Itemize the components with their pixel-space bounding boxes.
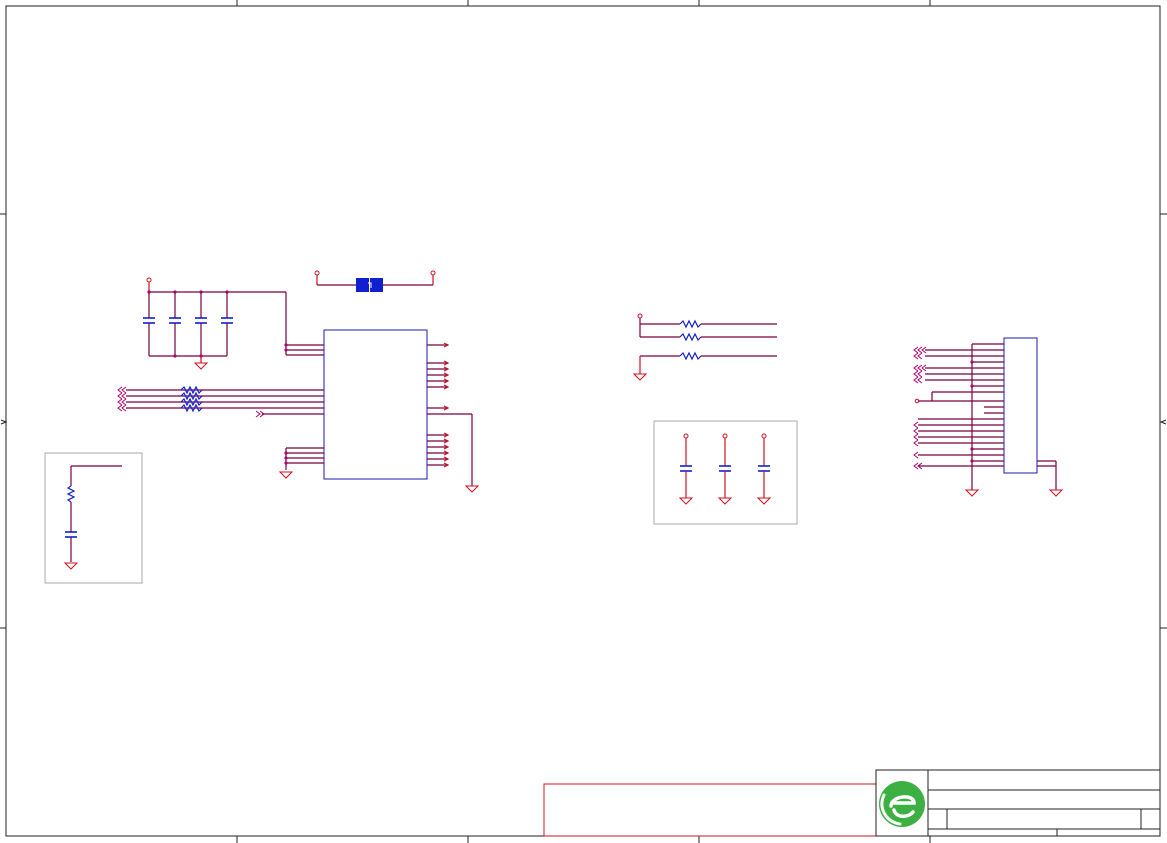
capacitor-c5 bbox=[678, 433, 694, 505]
ee-logo-icon bbox=[879, 781, 925, 827]
solder-jumper bbox=[314, 270, 436, 292]
capacitor-c1 bbox=[143, 292, 155, 356]
ic-right-pins bbox=[427, 342, 480, 493]
decoupling-cap-bank bbox=[143, 277, 287, 370]
title-block bbox=[875, 769, 1161, 837]
capacitor-c3 bbox=[195, 292, 207, 356]
capacitor-c2 bbox=[169, 292, 181, 356]
notes-box bbox=[543, 783, 877, 837]
capacitor-c6 bbox=[717, 433, 733, 505]
ground-symbol bbox=[193, 356, 209, 370]
main-ic bbox=[278, 329, 480, 493]
connector-header bbox=[913, 337, 1064, 497]
bypass-capacitors bbox=[653, 420, 798, 525]
capacitor-c7 bbox=[756, 433, 772, 505]
capacitor-c4 bbox=[221, 292, 233, 356]
schematic-sheet bbox=[0, 0, 1167, 843]
rc-network bbox=[44, 452, 143, 584]
resistor-array bbox=[117, 385, 324, 418]
pull-resistors bbox=[632, 313, 777, 381]
sheet-frame bbox=[0, 0, 1167, 843]
